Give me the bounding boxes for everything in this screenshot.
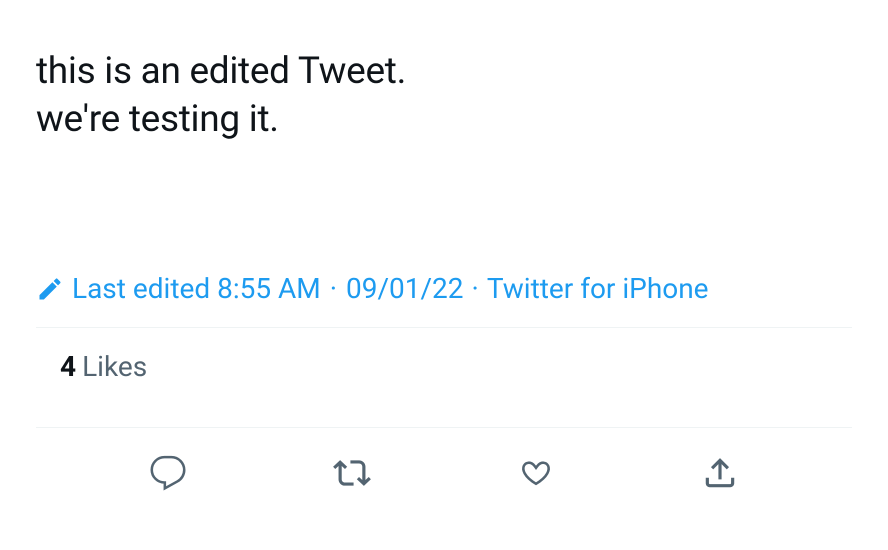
retweet-button[interactable] [325, 446, 379, 503]
meta-separator: · [328, 272, 339, 305]
reply-button[interactable] [141, 446, 195, 503]
likes-count: 4 [60, 350, 76, 383]
tweet-body: this is an edited Tweet. we're testing i… [36, 0, 852, 144]
pencil-icon [36, 275, 64, 303]
actions-row [36, 428, 852, 503]
edited-time: 8:55 AM [217, 272, 321, 305]
share-button[interactable] [693, 446, 747, 503]
tweet-source-link[interactable]: Twitter for iPhone [487, 272, 709, 305]
share-icon [701, 454, 739, 495]
like-button[interactable] [509, 446, 563, 503]
tweet-source: Twitter for iPhone [487, 272, 709, 305]
stats-row[interactable]: 4Likes [36, 328, 852, 405]
reply-icon [149, 454, 187, 495]
tweet-text-line2: we're testing it. [36, 98, 279, 141]
heart-icon [517, 454, 555, 495]
tweet-text-line1: this is an edited Tweet. [36, 50, 406, 93]
edited-date: 09/01/22 [346, 272, 464, 305]
meta-separator: · [470, 272, 481, 305]
edited-prefix: Last edited [72, 272, 210, 305]
retweet-icon [333, 454, 371, 495]
likes-label: Likes [82, 350, 147, 383]
last-edited-link[interactable]: Last edited 8:55 AM · 09/01/22 [72, 272, 464, 305]
tweet-meta: Last edited 8:55 AM · 09/01/22 · Twitter… [36, 272, 852, 305]
